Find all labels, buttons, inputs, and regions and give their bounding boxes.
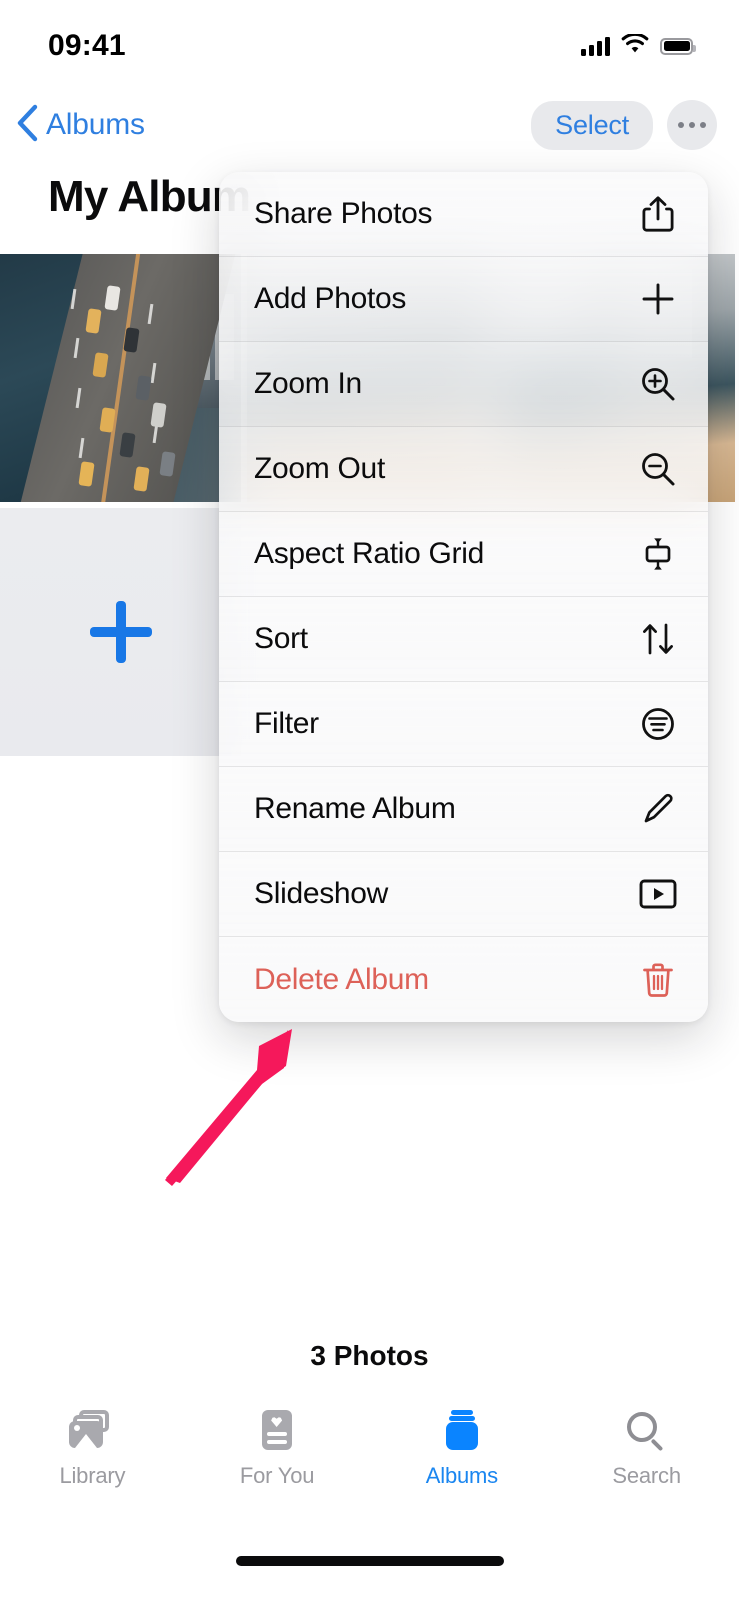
play-box-icon xyxy=(636,872,680,916)
tab-bar: Library For You Albums Search xyxy=(0,1402,739,1522)
navigation-bar: Albums Select xyxy=(0,86,739,164)
menu-item-label: Aspect Ratio Grid xyxy=(254,537,484,570)
menu-item-label: Slideshow xyxy=(254,877,389,910)
filter-icon xyxy=(636,702,680,746)
menu-item-label: Filter xyxy=(254,707,319,740)
menu-item-label: Share Photos xyxy=(254,197,433,230)
menu-item-zoom-out[interactable]: Zoom Out xyxy=(219,427,708,512)
menu-item-sort[interactable]: Sort xyxy=(219,597,708,682)
back-button[interactable]: Albums xyxy=(16,104,145,147)
chevron-left-icon xyxy=(16,104,38,147)
wifi-icon xyxy=(621,32,649,59)
menu-item-label: Delete Album xyxy=(254,962,429,996)
tab-for-you[interactable]: For You xyxy=(185,1402,370,1522)
menu-item-label: Rename Album xyxy=(254,792,456,825)
menu-item-label: Sort xyxy=(254,622,308,655)
pointer-arrow-icon xyxy=(120,1000,340,1200)
ellipsis-icon xyxy=(689,122,695,128)
menu-item-filter[interactable]: Filter xyxy=(219,682,708,767)
menu-item-delete-album[interactable]: Delete Album xyxy=(219,937,708,1022)
trash-icon xyxy=(636,958,680,1002)
menu-item-share-photos[interactable]: Share Photos xyxy=(219,172,708,257)
for-you-card-icon xyxy=(254,1410,300,1452)
more-options-button[interactable] xyxy=(667,100,717,150)
tab-search[interactable]: Search xyxy=(554,1402,739,1522)
tab-label: Search xyxy=(612,1463,681,1488)
share-icon xyxy=(636,192,680,236)
plus-icon xyxy=(636,277,680,321)
menu-item-add-photos[interactable]: Add Photos xyxy=(219,257,708,342)
menu-item-slideshow[interactable]: Slideshow xyxy=(219,852,708,937)
photo-count-label: 3 Photos xyxy=(310,1340,429,1371)
status-bar: 09:41 xyxy=(0,0,739,86)
ellipsis-icon xyxy=(700,122,706,128)
photo-stack-icon xyxy=(69,1410,115,1452)
tab-library[interactable]: Library xyxy=(0,1402,185,1522)
menu-item-label: Add Photos xyxy=(254,282,407,315)
select-button[interactable]: Select xyxy=(531,100,653,150)
albums-stack-icon xyxy=(439,1410,485,1452)
status-indicators xyxy=(581,32,696,59)
tab-albums[interactable]: Albums xyxy=(370,1402,555,1522)
menu-item-zoom-in[interactable]: Zoom In xyxy=(219,342,708,427)
ellipsis-icon xyxy=(678,122,684,128)
aerial-highway-photo xyxy=(0,254,241,502)
battery-full-icon xyxy=(660,37,696,55)
context-menu: Share Photos Add Photos Zoom In Zoom Out… xyxy=(219,172,708,1022)
menu-item-aspect-ratio-grid[interactable]: Aspect Ratio Grid xyxy=(219,512,708,597)
add-photos-tile[interactable] xyxy=(0,508,241,756)
status-time: 09:41 xyxy=(48,29,126,62)
phone-screen: 09:41 Albums Select My Album Share Photo… xyxy=(0,0,739,1600)
tab-label: Library xyxy=(59,1463,126,1488)
plus-icon xyxy=(89,601,152,663)
signal-bars-icon xyxy=(581,36,610,56)
zoom-in-icon xyxy=(636,362,680,406)
aspect-ratio-icon xyxy=(636,532,680,576)
menu-item-rename-album[interactable]: Rename Album xyxy=(219,767,708,852)
tab-label: Albums xyxy=(425,1463,498,1488)
pencil-icon xyxy=(636,787,680,831)
menu-item-label: Zoom Out xyxy=(254,452,385,485)
nav-actions: Select xyxy=(531,100,717,150)
menu-item-label: Zoom In xyxy=(254,367,362,400)
back-label: Albums xyxy=(46,108,145,141)
zoom-out-icon xyxy=(636,447,680,491)
magnifier-icon xyxy=(624,1410,670,1452)
photo-thumbnail[interactable] xyxy=(0,254,241,502)
home-indicator xyxy=(235,1556,504,1566)
sort-arrows-icon xyxy=(636,617,680,661)
tab-label: For You xyxy=(239,1463,315,1488)
